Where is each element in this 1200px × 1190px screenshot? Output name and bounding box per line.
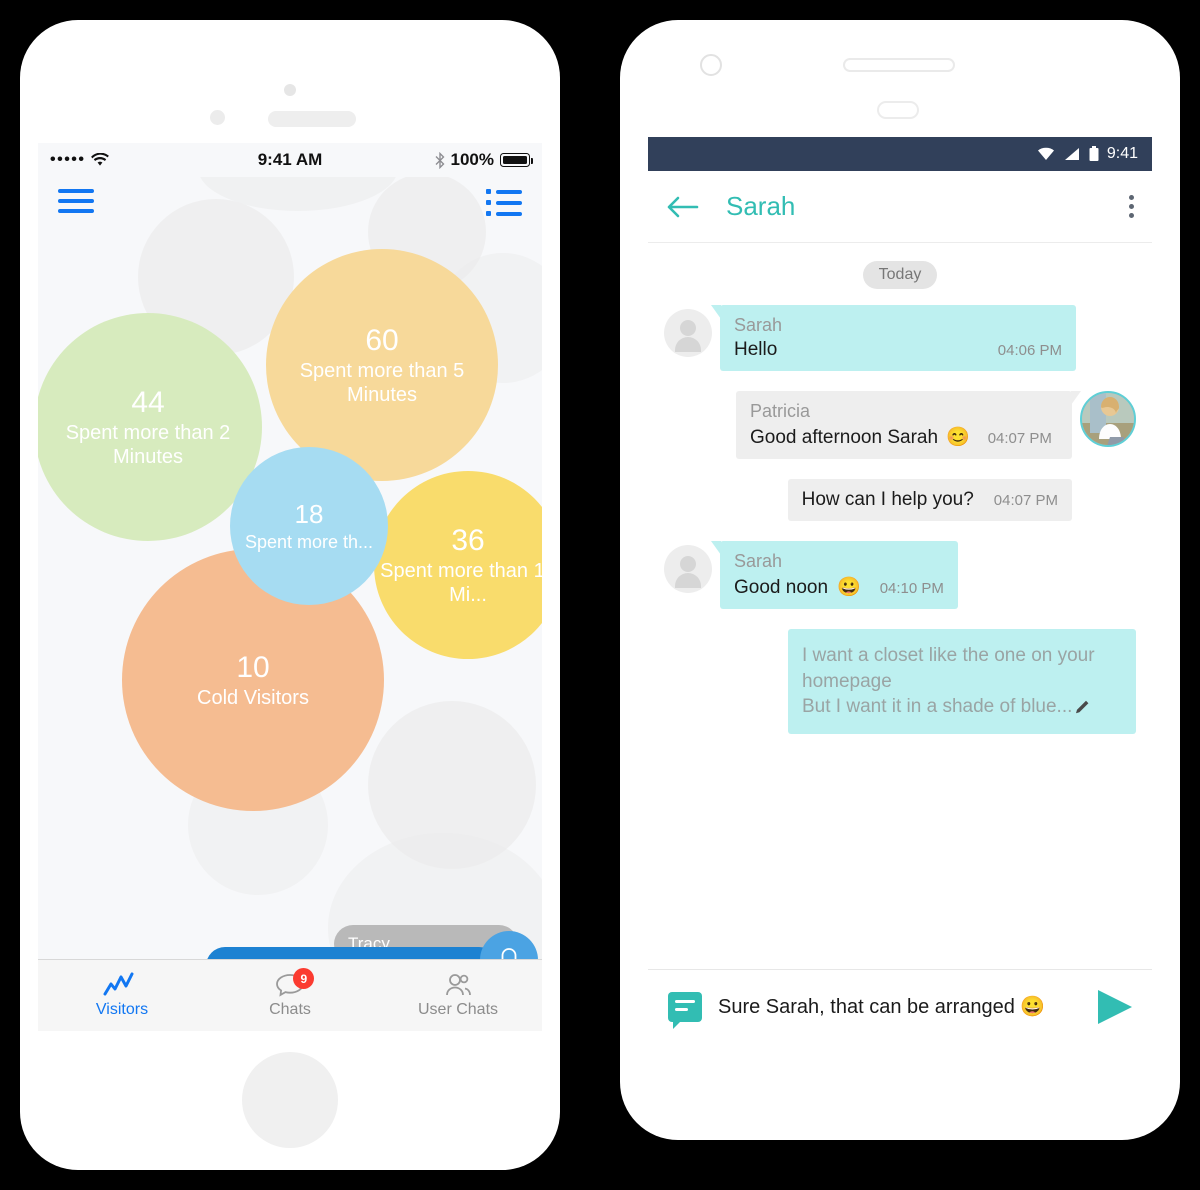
message-row: Sarah Hello 04:06 PM [664,305,1136,371]
chart-line-icon [103,972,134,996]
message-bubble[interactable]: Sarah Hello 04:06 PM [711,305,1076,371]
ios-status-bar: ••••• 9:41 AM 100% [38,143,542,177]
front-camera-icon [284,84,296,96]
pencil-icon[interactable] [1073,697,1093,717]
message-thread: Today Sarah Hello 04:06 PM Patricia Good… [648,243,1152,969]
message-bubble[interactable]: How can I help you? 04:07 PM [787,479,1072,521]
bubble-value: 44 [131,385,165,419]
message-row: Patricia Good afternoon Sarah 😊 04:07 PM [664,391,1136,459]
earpiece-speaker [268,111,356,127]
bubble-18[interactable]: 18 Spent more th... [230,447,388,605]
message-time: 04:06 PM [997,342,1062,359]
proximity-sensor-icon [210,110,225,125]
send-icon[interactable] [1098,989,1132,1024]
bluetooth-icon [435,151,445,169]
message-bubble[interactable]: Patricia Good afternoon Sarah 😊 04:07 PM [736,391,1081,459]
message-row: I want a closet like the one on your hom… [664,629,1136,734]
tab-label: User Chats [417,1001,499,1018]
list-view-icon[interactable] [486,189,522,222]
avatar[interactable] [1080,391,1136,447]
chats-unread-badge: 9 [293,968,315,989]
visitors-bubble-chart: 60 Spent more than 5 Minutes 44 Spent mo… [38,143,542,1031]
message-sender: Sarah [734,315,783,335]
android-app-screen: 9:41 Sarah Today Sarah Hello 04:06 PM Pa… [648,137,1152,1043]
message-input-bar [648,969,1152,1043]
tab-chats[interactable]: 9 Chats [206,960,374,1031]
message-text: Good afternoon Sarah [750,427,939,448]
draft-line-3: But I want it in a shade of blue... [802,696,1073,718]
ios-app-screen: ••••• 9:41 AM 100% 60 Spent more than 5 … [38,143,542,1031]
message-text: How can I help you? [801,489,974,510]
more-vertical-icon[interactable] [1129,195,1134,218]
tab-visitors[interactable]: Visitors [38,960,206,1031]
chat-box-icon[interactable] [668,991,702,1029]
message-row: How can I help you? 04:07 PM [664,479,1136,521]
draft-line-2: homepage [802,670,892,692]
bubble-label: Spent more than 5 Minutes [299,360,465,406]
message-row: Sarah Good noon 😀 04:10 PM [664,541,1136,609]
battery-full-icon [500,153,534,167]
bubble-label: Cold Visitors [197,686,309,709]
bubble-value: 60 [365,323,399,357]
draft-message-bubble[interactable]: I want a closet like the one on your hom… [788,629,1136,734]
earpiece-speaker [843,58,955,72]
signal-icon [1064,148,1079,160]
tab-user-chats[interactable]: User Chats [374,960,542,1031]
android-status-time: 9:41 [1106,145,1138,162]
bubble-label: Spent more than 2 Minutes [65,422,231,468]
bubble-60[interactable]: 60 Spent more than 5 Minutes [266,249,498,481]
sensor-strip [877,101,919,119]
avatar [664,545,712,593]
ios-nav-bar [38,177,542,233]
message-bubble[interactable]: Sarah Good noon 😀 04:10 PM [711,541,958,609]
android-app-bar: Sarah [648,171,1152,243]
message-input[interactable] [718,995,1082,1018]
bubble-value: 18 [294,499,324,530]
bubble-label: Spent more th... [244,531,374,552]
wifi-icon [1037,147,1054,160]
avatar [664,309,712,357]
bubble-value: 10 [236,650,270,684]
message-text: Good noon [734,577,829,598]
battery-percent: 100% [450,150,494,169]
ios-tab-bar: Visitors 9 Chats User Chats [38,959,542,1031]
android-status-bar: 9:41 [648,137,1152,171]
message-emoji: 😊 [946,427,970,448]
bubble-value: 36 [451,523,485,557]
bubble-36[interactable]: 36 Spent more than 10 Mi... [374,471,542,659]
home-button[interactable] [242,1052,338,1148]
tab-label: Visitors [95,1001,149,1018]
bubble-44[interactable]: 44 Spent more than 2 Minutes [38,313,262,541]
hamburger-menu-icon[interactable] [58,189,94,219]
message-time: 04:07 PM [987,430,1052,447]
message-time: 04:10 PM [879,580,944,597]
battery-icon [1089,146,1099,161]
message-time: 04:07 PM [993,492,1058,509]
message-sender: Patricia [750,401,811,421]
conversation-title: Sarah [726,191,796,221]
arrow-back-icon[interactable] [666,194,700,220]
front-camera-icon [700,54,722,76]
users-icon [446,974,471,996]
tab-label: Chats [269,1001,311,1018]
draft-line-1: I want a closet like the one on your [802,645,1095,666]
message-text: Hello [734,339,778,360]
day-separator: Today [862,261,938,289]
message-emoji: 😀 [837,577,861,598]
message-sender: Sarah [734,551,783,571]
bubble-label: Spent more than 10 Mi... [380,560,542,606]
